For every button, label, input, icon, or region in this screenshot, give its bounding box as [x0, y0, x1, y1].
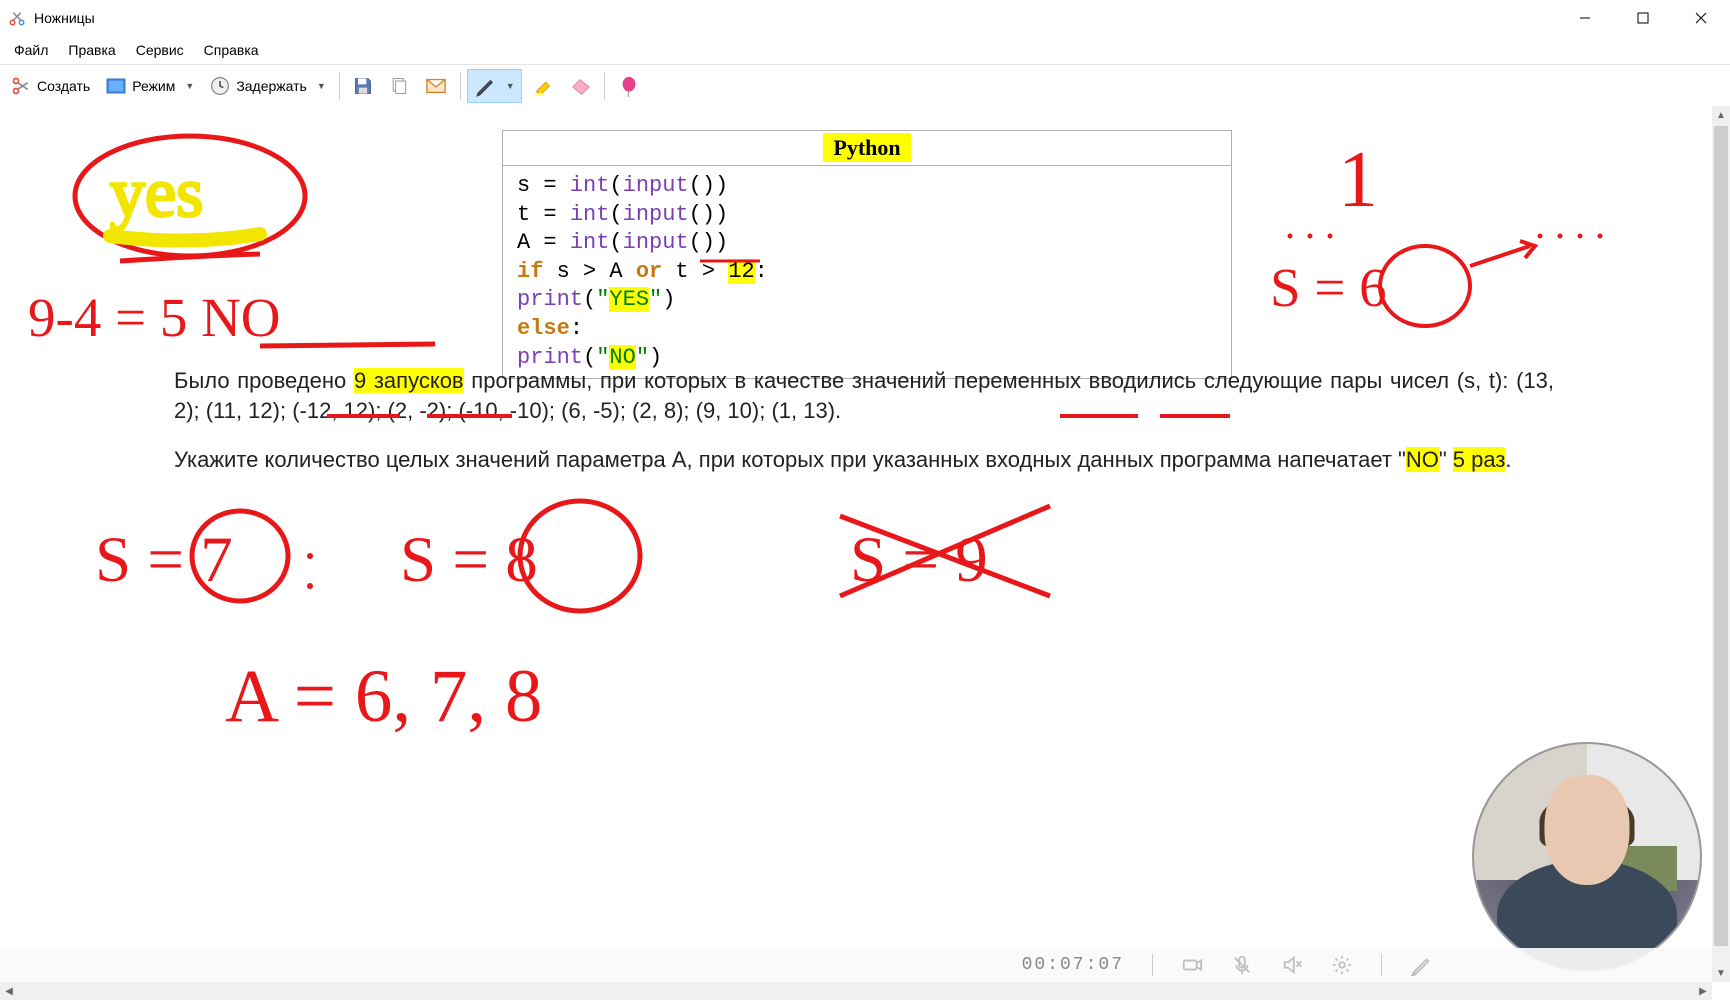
- separator: [604, 72, 605, 100]
- delay-button[interactable]: Задержать ▼: [203, 69, 332, 103]
- window-title: Ножницы: [34, 10, 1722, 26]
- scroll-thumb[interactable]: [1714, 126, 1728, 946]
- window-controls: [1556, 0, 1730, 36]
- balloon-icon: [618, 75, 640, 97]
- minimize-icon: [1579, 12, 1591, 24]
- highlighter-icon: [531, 75, 553, 97]
- chevron-down-icon: ▼: [317, 81, 326, 91]
- separator: [460, 72, 461, 100]
- scroll-right-arrow[interactable]: ▶: [1694, 982, 1712, 1000]
- problem-p1a: Было проведено: [174, 368, 354, 393]
- scroll-up-arrow[interactable]: ▲: [1712, 106, 1730, 124]
- horizontal-scrollbar[interactable]: ◀ ▶: [0, 982, 1712, 1000]
- speaker-muted-icon[interactable]: [1281, 954, 1303, 976]
- app-icon: [8, 9, 26, 27]
- highlighter-button[interactable]: [524, 69, 560, 103]
- annotation-yes: yes: [110, 155, 203, 232]
- vertical-scrollbar[interactable]: ▲ ▼: [1712, 106, 1730, 982]
- mode-label: Режим: [132, 78, 175, 94]
- scroll-left-arrow[interactable]: ◀: [0, 982, 18, 1000]
- eraser-icon: [569, 77, 591, 95]
- close-button[interactable]: [1672, 0, 1730, 36]
- eraser-button[interactable]: [562, 69, 598, 103]
- annotation-s6: S = 6: [1270, 257, 1387, 318]
- clock-icon: [210, 76, 230, 96]
- send-button[interactable]: [418, 69, 454, 103]
- menu-bar: Файл Правка Сервис Справка: [0, 36, 1730, 64]
- new-button[interactable]: Создать: [4, 69, 97, 103]
- pen-icon: [474, 75, 496, 97]
- problem-p2a: Укажите количество целых значений параме…: [174, 447, 1406, 472]
- problem-p2c: ": [1439, 447, 1453, 472]
- mic-muted-icon[interactable]: [1231, 954, 1253, 976]
- problem-p2d: 5 раз: [1453, 447, 1506, 472]
- annotation-s7: S = 7: [95, 524, 233, 596]
- menu-service[interactable]: Сервис: [126, 38, 194, 62]
- recorder-bar: 00:07:07: [0, 948, 1712, 982]
- annotation-final: A = 6, 7, 8: [225, 655, 542, 738]
- code-language: Python: [823, 133, 910, 162]
- canvas-area[interactable]: Python s = int(input()) t = int(input())…: [0, 106, 1712, 982]
- pen-outline-icon[interactable]: [1410, 954, 1432, 976]
- annotation-calc: 9-4 = 5 NO: [28, 287, 281, 348]
- presenter-webcam: [1472, 742, 1702, 972]
- recording-timer: 00:07:07: [1022, 955, 1124, 975]
- pen-button[interactable]: ▼: [467, 69, 522, 103]
- copy-button[interactable]: [382, 69, 416, 103]
- mode-icon: [106, 78, 126, 94]
- problem-p2e: .: [1505, 447, 1511, 472]
- menu-help[interactable]: Справка: [194, 38, 269, 62]
- annotation-s8: S = 8: [400, 524, 538, 596]
- code-header: Python: [503, 131, 1231, 166]
- toolbar: Создать Режим ▼ Задержать ▼ ▼: [0, 64, 1730, 106]
- problem-text: Было проведено 9 запусков программы, при…: [174, 366, 1554, 495]
- copy-icon: [389, 76, 409, 96]
- code-box: Python s = int(input()) t = int(input())…: [502, 130, 1232, 379]
- close-icon: [1695, 12, 1707, 24]
- scissors-icon: [11, 76, 31, 96]
- maximize-icon: [1637, 12, 1649, 24]
- new-label: Создать: [37, 78, 90, 94]
- problem-p2b: NO: [1406, 447, 1439, 472]
- chevron-down-icon: ▼: [185, 81, 194, 91]
- problem-p1b: 9 запусков: [354, 368, 464, 393]
- menu-file[interactable]: Файл: [4, 38, 58, 62]
- scroll-down-arrow[interactable]: ▼: [1712, 964, 1730, 982]
- mail-icon: [425, 77, 447, 95]
- gear-icon[interactable]: [1331, 954, 1353, 976]
- save-button[interactable]: [346, 69, 380, 103]
- code-body: s = int(input()) t = int(input()) A = in…: [503, 166, 1231, 378]
- separator: [339, 72, 340, 100]
- chevron-down-icon: ▼: [506, 81, 515, 91]
- camera-outline-icon[interactable]: [1181, 954, 1203, 976]
- delay-label: Задержать: [236, 78, 307, 94]
- title-bar: Ножницы: [0, 0, 1730, 36]
- annotation-s9: S = 9: [850, 524, 988, 596]
- save-icon: [353, 76, 373, 96]
- maximize-button[interactable]: [1614, 0, 1672, 36]
- mode-button[interactable]: Режим ▼: [99, 69, 201, 103]
- minimize-button[interactable]: [1556, 0, 1614, 36]
- paint3d-button[interactable]: [611, 69, 647, 103]
- annotation-one: 1: [1338, 136, 1378, 224]
- menu-edit[interactable]: Правка: [58, 38, 125, 62]
